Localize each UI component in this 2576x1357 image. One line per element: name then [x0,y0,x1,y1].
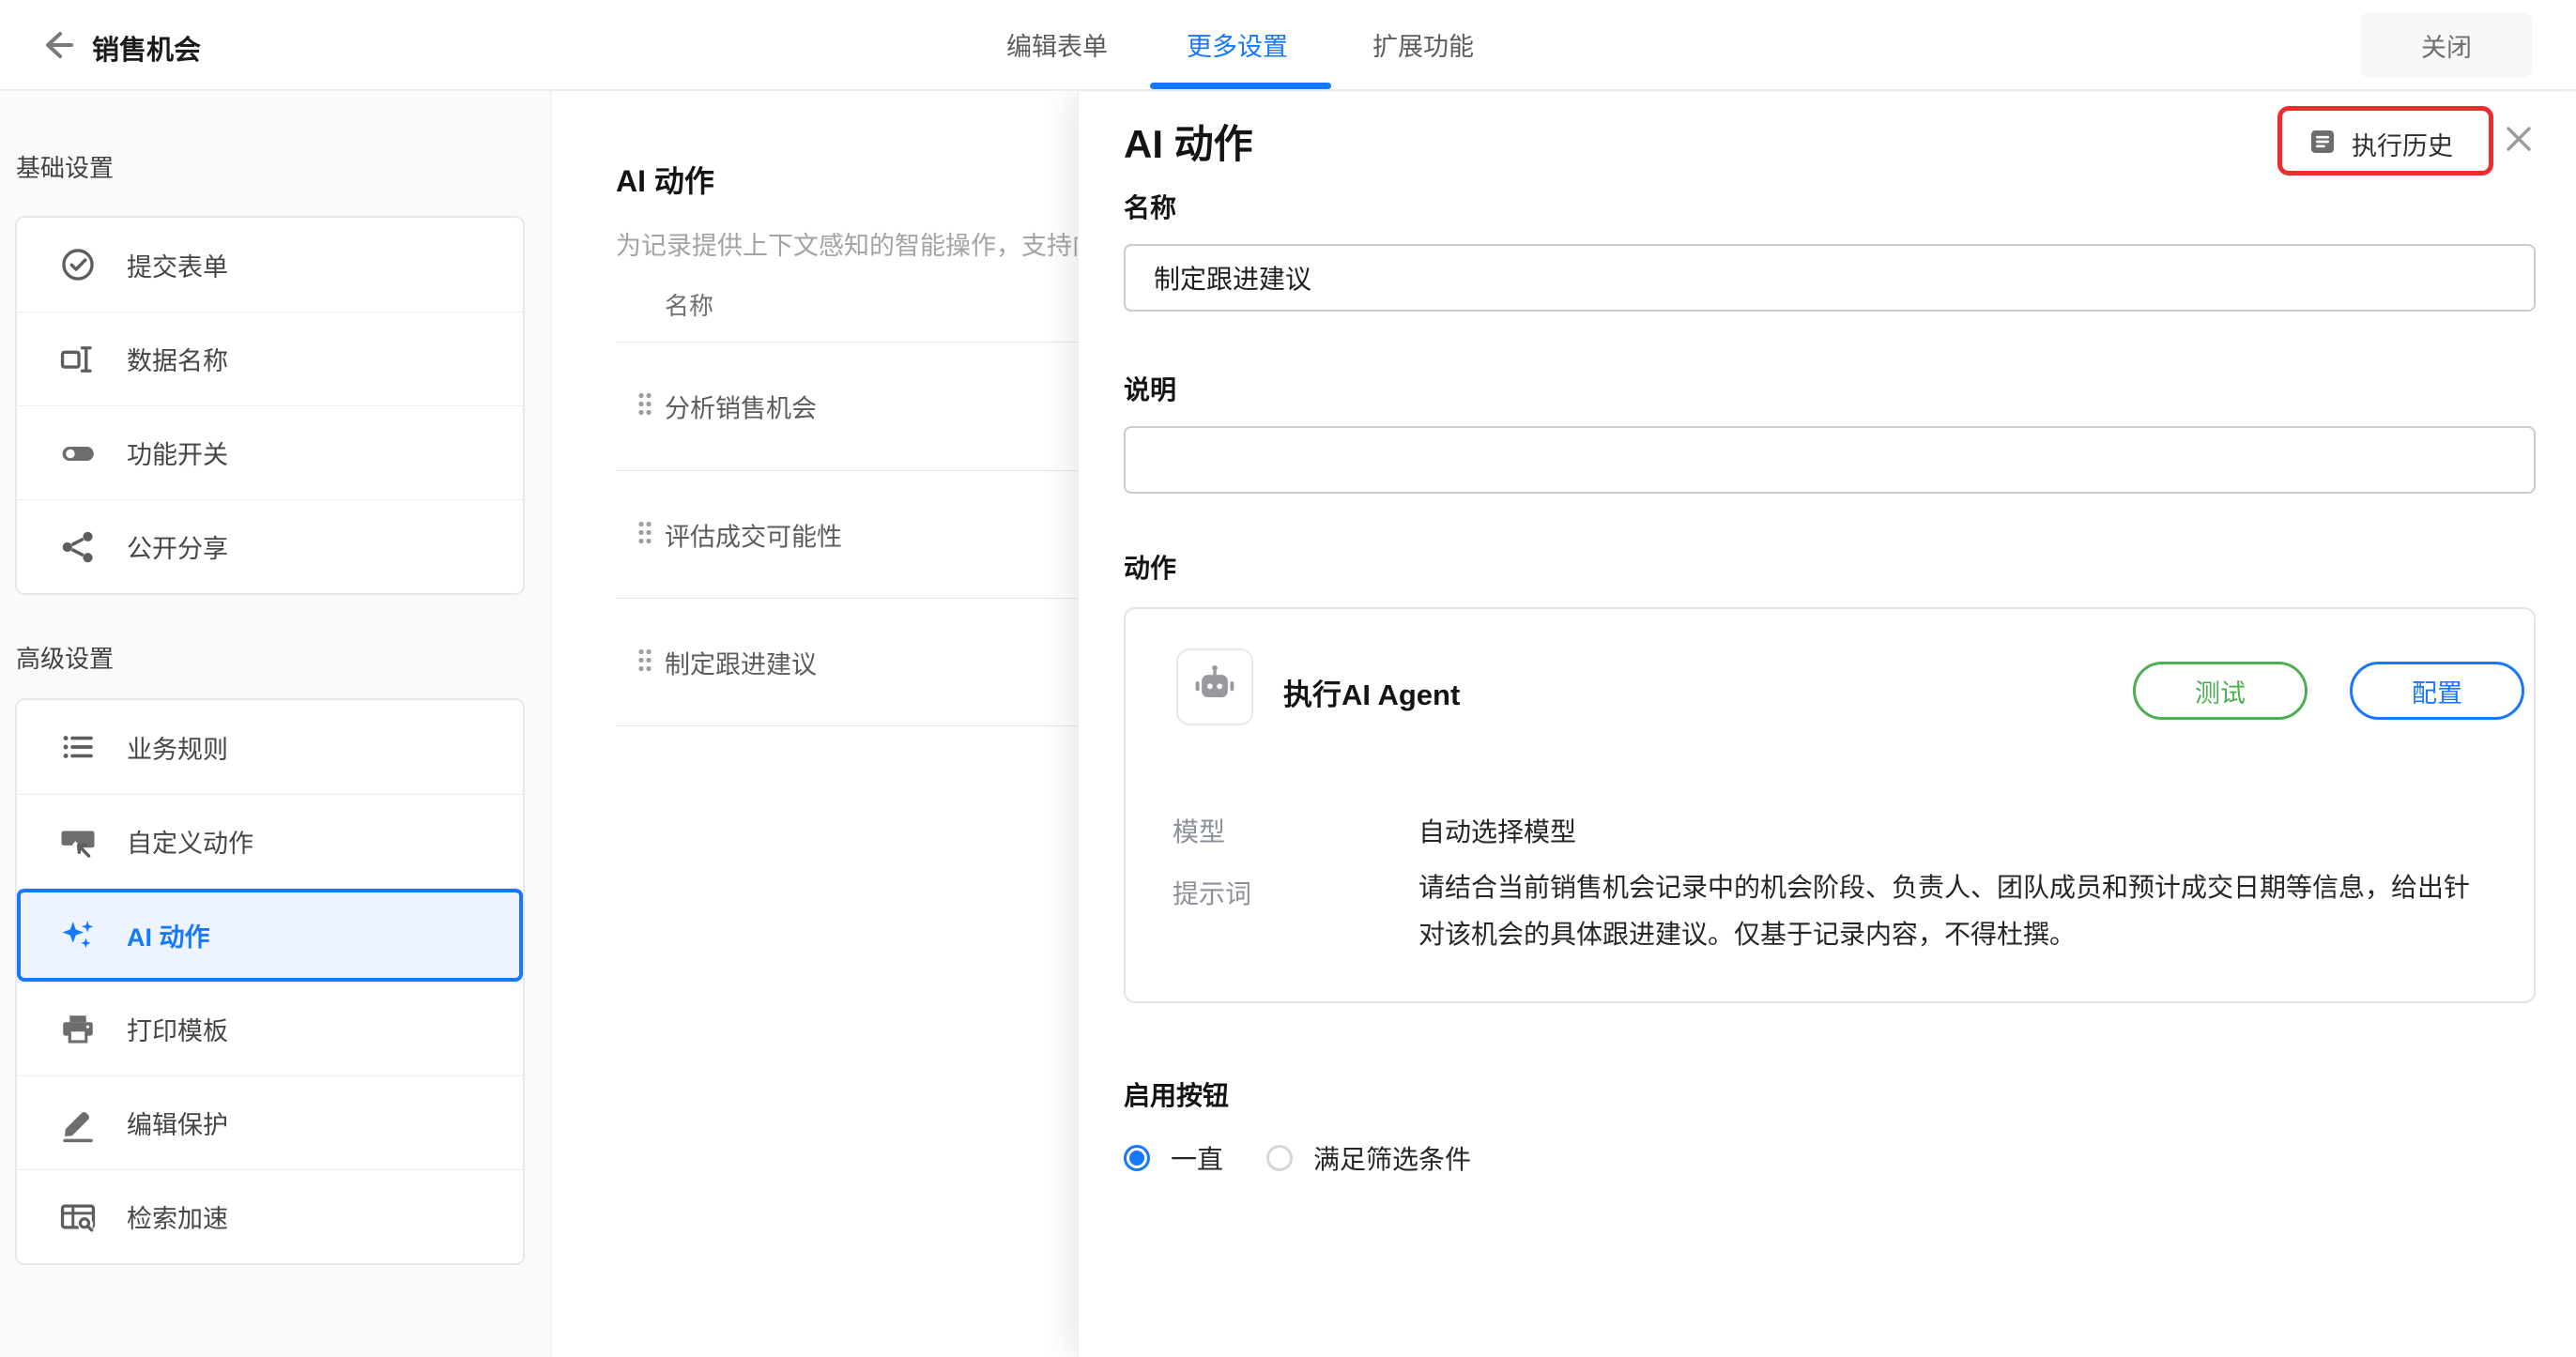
name-field-label: 名称 [1124,188,1176,225]
sidebar-item-label: 编辑保护 [127,1105,228,1141]
ai-agent-action-card: 执行AI Agent 测试 配置 模型 自动选择模型 提示词 请结合当前销售机会… [1124,607,2536,1003]
test-button[interactable]: 测试 [2133,662,2308,720]
sidebar-item-data-name[interactable]: 数据名称 [17,312,523,405]
settings-sidebar: 基础设置 提交表单 数据名称 功能开关 公开分享 高级设置 [0,91,552,1357]
sidebar-basic-card: 提交表单 数据名称 功能开关 公开分享 [15,216,525,595]
description-input[interactable] [1124,426,2536,494]
sidebar-item-search-acceleration[interactable]: 检索加速 [17,1169,523,1263]
sidebar-item-edit-protection[interactable]: 编辑保护 [17,1075,523,1169]
list-icon [58,727,98,767]
tab-more-settings[interactable]: 更多设置 [1185,0,1290,89]
back-arrow-icon [38,26,75,69]
sidebar-item-label: AI 动作 [127,917,210,953]
radio-label: 一直 [1171,1139,1223,1177]
sidebar-item-label: 打印模板 [127,1011,228,1047]
list-row-name: 制定跟进建议 [665,644,817,680]
robot-icon [1190,661,1239,714]
drawer-close-button[interactable] [2498,120,2539,161]
sidebar-item-label: 公开分享 [127,528,228,565]
sidebar-item-submit-form[interactable]: 提交表单 [17,218,523,312]
model-value: 自动选择模型 [1418,812,1576,849]
sidebar-item-label: 数据名称 [127,341,228,377]
top-bar: 销售机会 编辑表单 更多设置 扩展功能 关闭 [0,0,2576,91]
execution-history-button[interactable]: 执行历史 [2299,114,2461,173]
search-accelerate-icon [58,1197,98,1237]
prompt-label: 提示词 [1173,874,1251,911]
list-row-name: 评估成交可能性 [665,516,842,553]
tab-extensions[interactable]: 扩展功能 [1370,0,1477,89]
radio-label: 满足筛选条件 [1313,1139,1471,1177]
sidebar-item-custom-action[interactable]: 自定义动作 [17,794,523,888]
model-label: 模型 [1173,812,1225,849]
back-button[interactable] [34,24,79,69]
drawer-title: AI 动作 [1124,113,1253,170]
column-header-name: 名称 [665,287,713,322]
list-panel-title: AI 动作 [616,158,714,201]
close-icon [2501,121,2537,161]
radio-filter-condition[interactable]: 满足筛选条件 [1266,1139,1471,1177]
robot-icon-box [1176,648,1253,725]
list-row-name: 分析销售机会 [665,388,817,424]
rename-icon [58,340,98,379]
drag-handle-icon[interactable] [635,389,655,423]
document-icon [2307,126,2338,162]
page-title: 销售机会 [92,28,201,68]
drag-handle-icon[interactable] [635,645,655,679]
execution-history-label: 执行历史 [2352,126,2453,162]
enable-condition-radio-group: 一直 满足筛选条件 [1124,1139,1471,1177]
sidebar-item-label: 提交表单 [127,247,228,283]
action-section-label: 动作 [1124,548,1176,586]
radio-unselected-icon [1266,1145,1293,1171]
check-circle-icon [58,245,98,284]
description-field-label: 说明 [1124,370,1176,407]
drag-handle-icon[interactable] [635,517,655,552]
sidebar-item-print-template[interactable]: 打印模板 [17,982,523,1075]
sidebar-section-advanced: 高级设置 [16,640,114,675]
pencil-icon [58,1104,98,1143]
ai-action-detail-drawer: AI 动作 执行历史 名称 说明 动作 执行AI Agent 测试 配置 模型 … [1078,92,2576,1357]
sidebar-section-basic: 基础设置 [16,149,114,184]
custom-action-icon [58,822,98,861]
sidebar-item-label: 业务规则 [127,729,228,766]
active-tab-underline [1150,83,1331,89]
enable-button-label: 启用按钮 [1124,1075,1229,1113]
sidebar-item-feature-toggle[interactable]: 功能开关 [17,405,523,499]
agent-card-title: 执行AI Agent [1283,671,1460,713]
sidebar-item-label: 功能开关 [127,435,228,471]
sidebar-item-ai-action[interactable]: AI 动作 [17,888,523,982]
config-button[interactable]: 配置 [2350,662,2524,720]
sidebar-advanced-card: 业务规则 自定义动作 AI 动作 打印模板 编辑保护 [15,698,525,1265]
sidebar-item-label: 自定义动作 [127,823,253,860]
sidebar-item-label: 检索加速 [127,1198,228,1235]
radio-selected-icon [1124,1145,1150,1171]
close-page-button[interactable]: 关闭 [2361,12,2532,78]
sidebar-item-business-rules[interactable]: 业务规则 [17,700,523,794]
name-input[interactable] [1124,244,2536,312]
ai-sparkle-icon [58,916,98,955]
sidebar-item-public-share[interactable]: 公开分享 [17,499,523,593]
printer-icon [58,1010,98,1049]
radio-always[interactable]: 一直 [1124,1139,1223,1177]
toggle-icon [58,434,98,473]
list-panel-description: 为记录提供上下文感知的智能操作，支持内 [616,225,1097,262]
share-icon [58,527,98,567]
tab-edit-form[interactable]: 编辑表单 [1002,0,1112,89]
prompt-value: 请结合当前销售机会记录中的机会阶段、负责人、团队成员和预计成交日期等信息，给出针… [1418,864,2494,958]
